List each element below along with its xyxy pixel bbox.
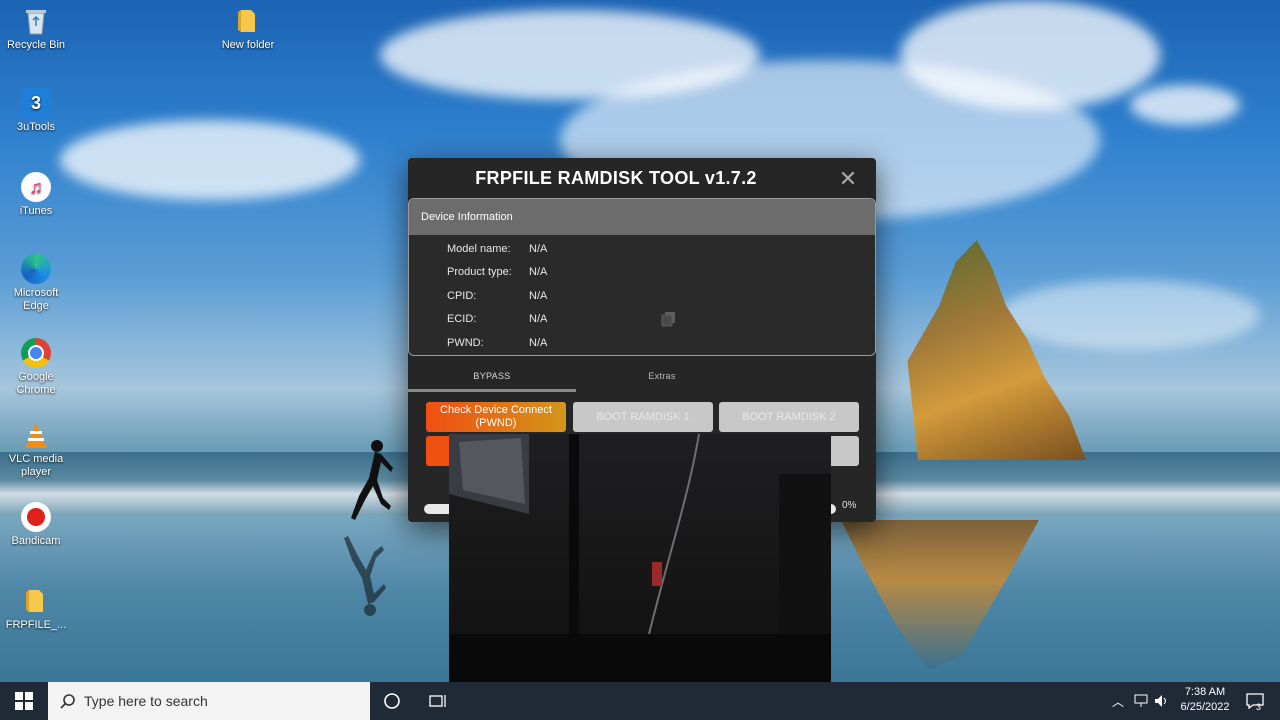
window-title: FRPFILE RAMDISK TOOL v1.7.2 (475, 168, 757, 188)
info-row-pwnd: PWND: N/A (447, 335, 547, 351)
desktop-icon-edge[interactable]: Microsoft Edge (0, 254, 72, 313)
desktop-icon-label: New folder (221, 39, 275, 51)
windows-icon (15, 692, 33, 710)
tab-bypass[interactable]: BYPASS (408, 364, 576, 392)
desktop-icon-3utools[interactable]: 3 3uTools (0, 88, 72, 134)
info-row-ecid: ECID: N/A (447, 311, 547, 327)
info-value: N/A (529, 290, 548, 302)
cortana-icon (384, 693, 400, 709)
task-view-button[interactable] (422, 682, 454, 720)
notification-icon (1246, 693, 1264, 709)
tab-extras[interactable]: Extras (578, 364, 746, 392)
desktop-icon-bandicam[interactable]: Bandicam (0, 502, 72, 548)
tab-bar: BYPASS Extras (408, 364, 876, 394)
start-button[interactable] (0, 682, 48, 720)
chrome-icon (21, 338, 51, 368)
itunes-icon: ♫ (21, 172, 51, 202)
taskbar: Type here to search ︿ 7:38 AM 6/25/2022 … (0, 682, 1280, 720)
device-information-panel: Device Information Model name: N/A Produc… (408, 198, 876, 356)
info-value: N/A (529, 266, 548, 278)
desktop-icon-label: Recycle Bin (6, 39, 66, 51)
recycle-bin-icon (21, 6, 51, 36)
clock-time: 7:38 AM (1184, 686, 1226, 698)
info-value: N/A (529, 313, 548, 325)
close-button[interactable]: ✕ (836, 166, 860, 192)
volume-icon[interactable] (1152, 682, 1172, 720)
desktop-icon-label: iTunes (19, 205, 53, 217)
vlc-icon (21, 420, 51, 450)
boot-ramdisk-2-button[interactable]: BOOT RAMDISK 2 (719, 402, 859, 432)
notification-count: 3 (1256, 702, 1262, 712)
cortana-button[interactable] (376, 682, 408, 720)
3utools-icon: 3 (21, 88, 51, 118)
info-row-product-type: Product type: N/A (447, 264, 547, 280)
search-placeholder: Type here to search (84, 693, 208, 709)
chevron-up-icon: ︿ (1111, 694, 1124, 709)
desktop-icon-label: 3uTools (17, 121, 55, 133)
desktop-icon-label: Google Chrome (16, 371, 56, 396)
task-view-icon (429, 695, 446, 707)
edge-icon (21, 254, 51, 284)
info-key: Product type: (447, 266, 512, 278)
desktop-icon-frpfile-folder[interactable]: FRPFILE_... (0, 586, 72, 632)
boot-ramdisk-1-button[interactable]: BOOT RAMDISK 1 (573, 402, 713, 432)
device-information-header: Device Information (409, 199, 875, 235)
button-label: Check Device Connect (440, 404, 552, 416)
desktop-icon-label: Microsoft Edge (13, 287, 59, 312)
desktop-icon-label: FRPFILE_... (5, 619, 67, 631)
info-key: CPID: (447, 290, 477, 302)
info-row-model-name: Model name: N/A (447, 241, 547, 257)
info-value: N/A (529, 337, 548, 349)
action-center-button[interactable]: 3 (1240, 682, 1270, 720)
network-icon[interactable] (1130, 682, 1152, 720)
show-hidden-icons-button[interactable]: ︿ (1110, 682, 1126, 720)
desktop-icon-new-folder[interactable]: New folder (212, 6, 284, 52)
folder-icon (233, 6, 263, 36)
system-clock[interactable]: 7:38 AM 6/25/2022 (1170, 685, 1240, 715)
clock-date: 6/25/2022 (1180, 701, 1230, 713)
info-row-cpid: CPID: N/A (447, 288, 547, 304)
progress-percent: 0% (842, 500, 857, 511)
check-device-connect-button[interactable]: Check Device Connect (PWND) (426, 402, 566, 432)
desktop-icon-label: Bandicam (11, 535, 61, 547)
search-icon (60, 694, 75, 709)
button-label: (PWND) (475, 417, 517, 429)
info-key: Model name: (447, 243, 511, 255)
webcam-overlay (449, 434, 831, 720)
info-value: N/A (529, 243, 548, 255)
desktop-icon-label: VLC media player (8, 453, 64, 478)
info-key: ECID: (447, 313, 477, 325)
taskbar-search-box[interactable]: Type here to search (48, 682, 370, 720)
active-tab-indicator (408, 389, 576, 392)
bandicam-icon (21, 502, 51, 532)
info-key: PWND: (447, 337, 484, 349)
desktop-icon-recycle-bin[interactable]: Recycle Bin (0, 6, 72, 52)
desktop-icon-chrome[interactable]: Google Chrome (0, 338, 72, 397)
close-icon: ✕ (838, 166, 858, 191)
copy-icon[interactable] (661, 311, 677, 327)
folder-icon (21, 586, 51, 616)
desktop-icon-itunes[interactable]: ♫ iTunes (0, 172, 72, 218)
desktop-icon-vlc[interactable]: VLC media player (0, 420, 72, 479)
